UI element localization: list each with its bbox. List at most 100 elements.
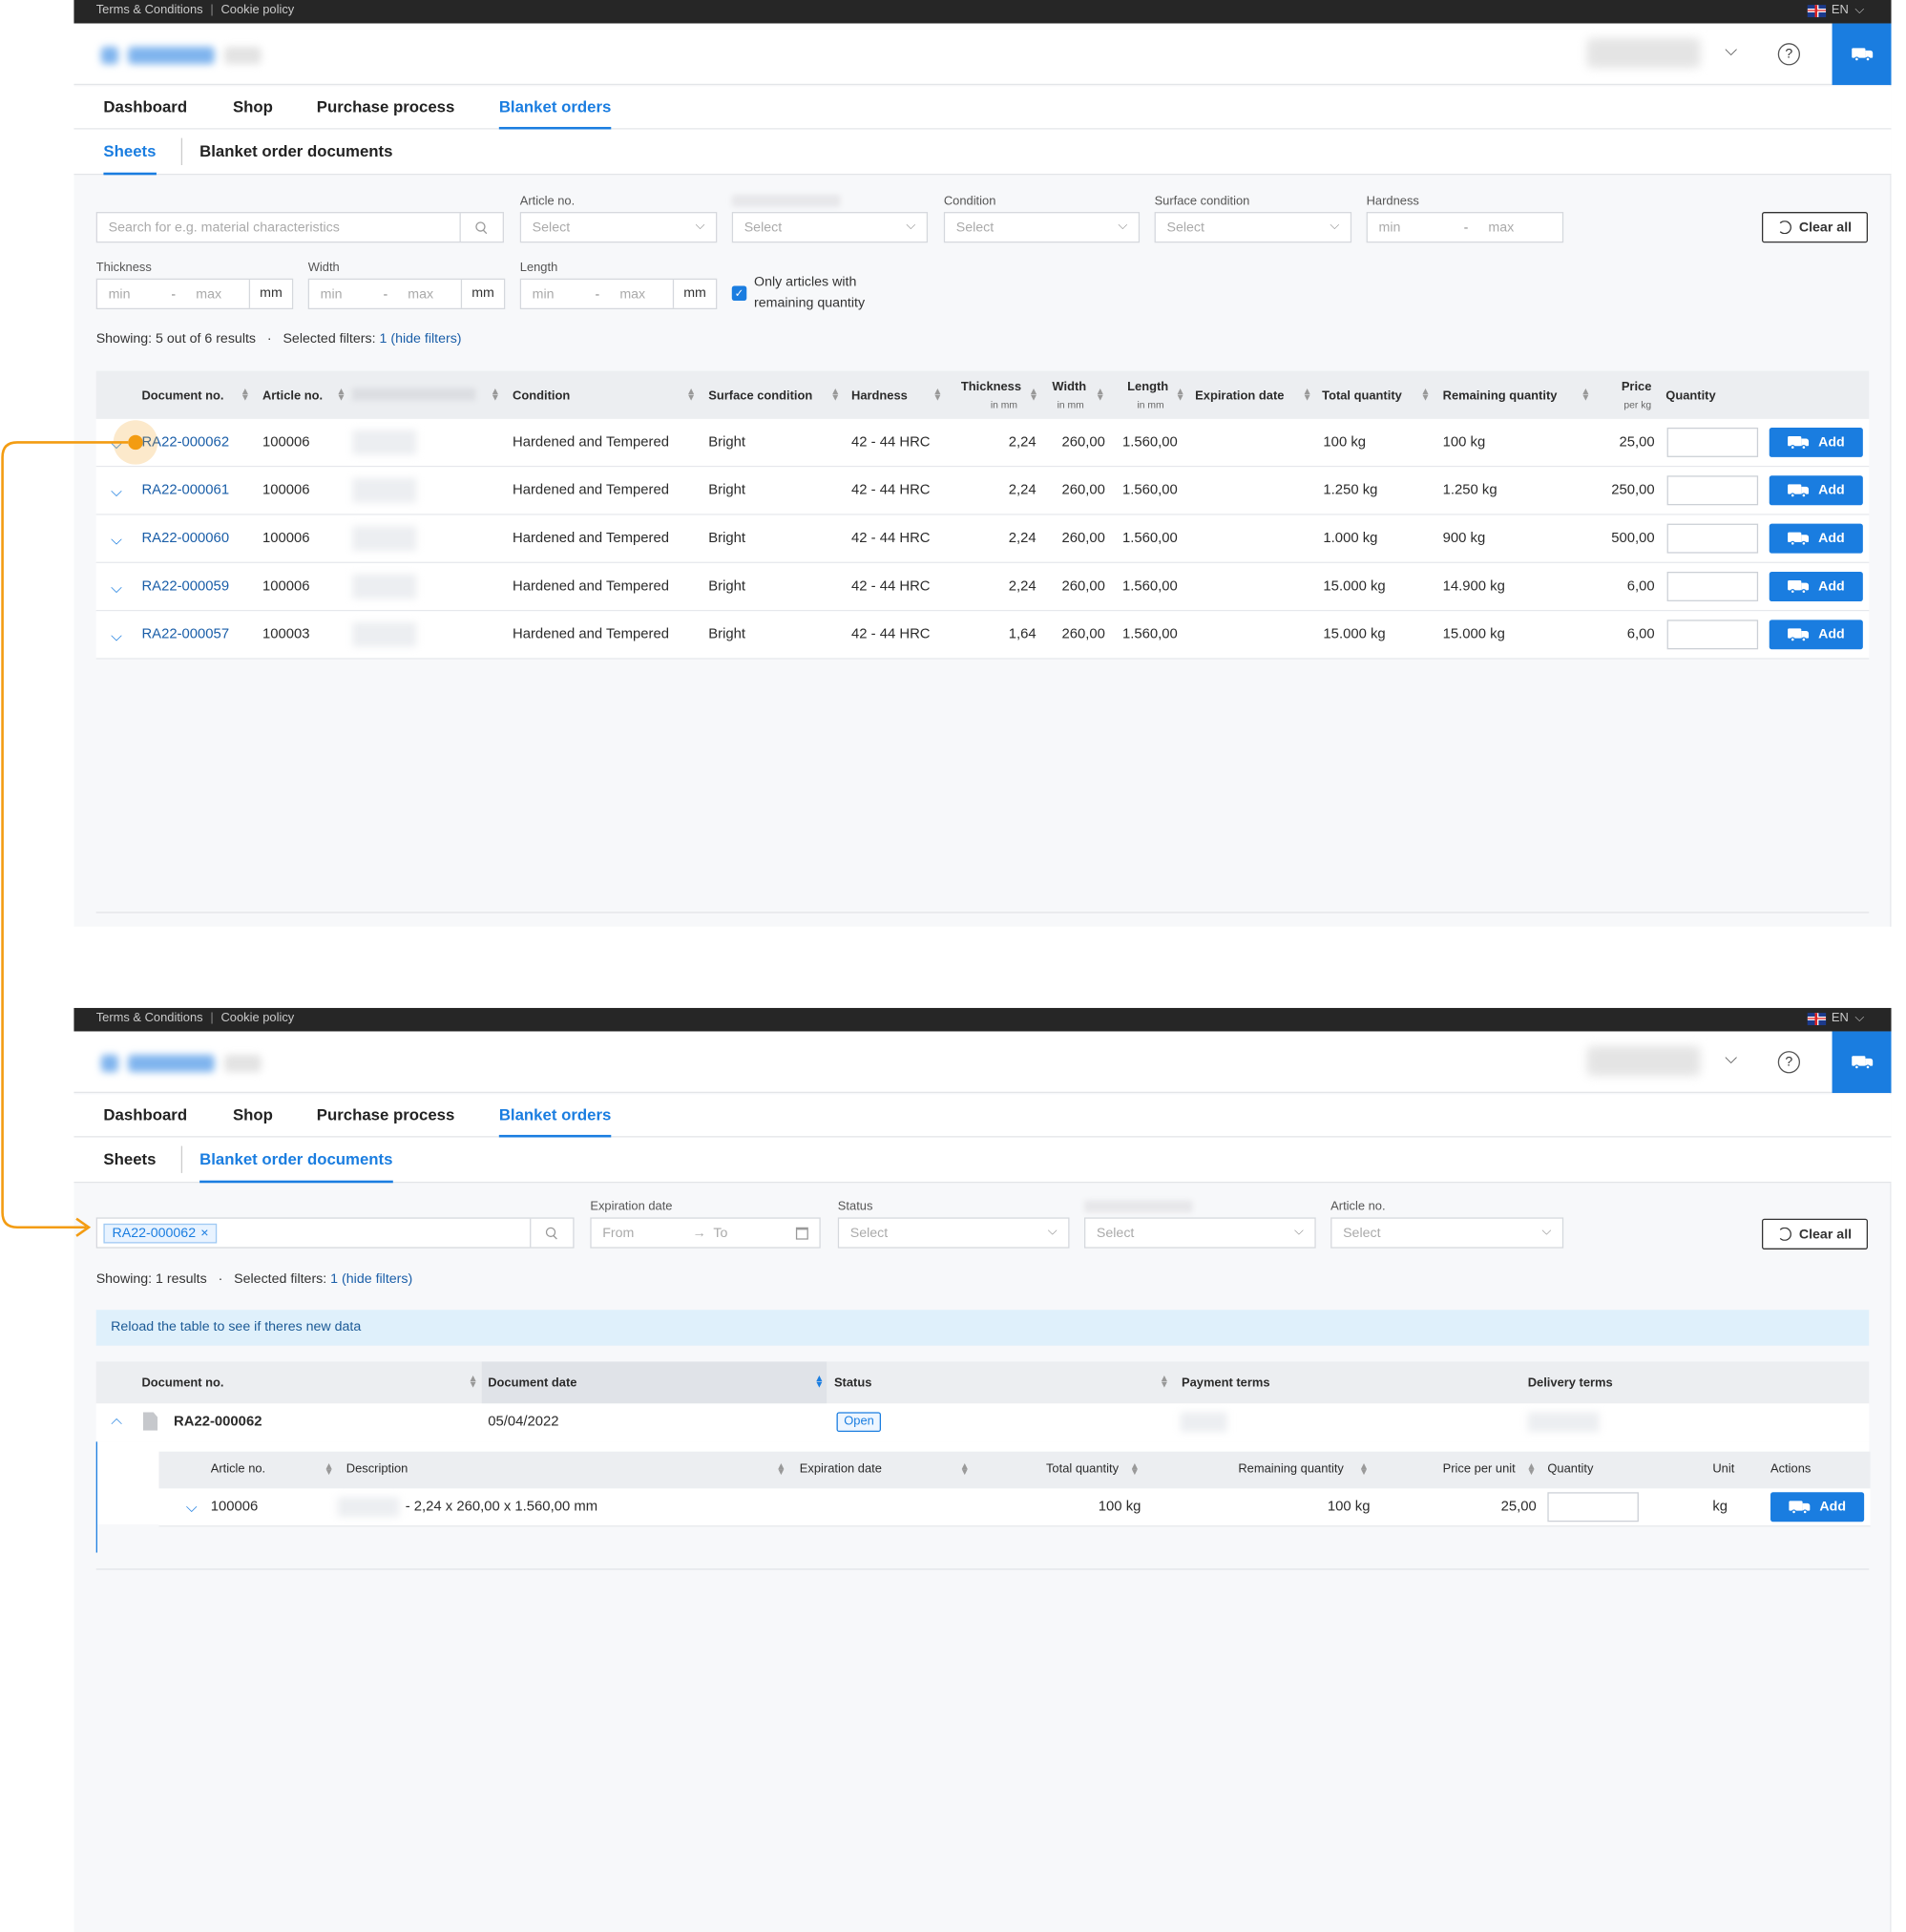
quantity-input[interactable] [1666,523,1759,554]
tab-divider [180,1145,183,1173]
cart-button[interactable] [1832,1031,1892,1094]
article-select[interactable]: Select ⌵ [519,212,718,243]
table-row: ⌵ RA22-000062 05/04/2022 Open [95,1403,1870,1442]
expiration-label: Expiration date [590,1200,673,1214]
status-select[interactable]: Select ⌵ [837,1217,1070,1249]
expand-chevron-icon[interactable]: ⌵ [111,435,122,453]
tab-sheets[interactable]: Sheets [103,1138,156,1184]
logo[interactable] [100,1051,286,1076]
terms-link[interactable]: Terms & Conditions [96,4,203,17]
thickness-range[interactable]: min - max mm [95,278,294,310]
document-link[interactable]: RA22-000057 [141,627,229,641]
language-selector[interactable]: EN ⌵ [1807,1012,1864,1025]
reload-notice[interactable]: Reload the table to see if theres new da… [95,1310,1870,1346]
user-menu[interactable] [1586,38,1701,68]
search-icon [545,1227,558,1239]
width-range[interactable]: min - max mm [307,278,506,310]
quantity-input[interactable] [1666,620,1759,650]
language-selector[interactable]: EN ⌵ [1807,4,1864,17]
quantity-input[interactable] [1666,427,1759,457]
document-search-input[interactable]: RA22-000062 × [95,1217,575,1249]
add-button[interactable]: Add [1769,523,1863,554]
remaining-quantity-checkbox[interactable]: ✓ [731,285,747,301]
nav-shop[interactable]: Shop [233,1094,273,1137]
expand-chevron-icon[interactable]: ⌵ [111,483,122,501]
add-button[interactable]: Add [1769,571,1863,601]
add-button[interactable]: Add [1770,1492,1865,1522]
uk-flag-icon [1807,1012,1826,1025]
collapse-chevron-icon[interactable]: ⌵ [111,1414,122,1432]
blurred-filter-select[interactable]: Select ⌵ [1083,1217,1316,1249]
table-row: ⌵ RA22-000062 100006 Hardened and Temper… [95,418,1870,468]
chevron-down-icon[interactable]: ⌵ [1725,1049,1737,1069]
expand-chevron-icon[interactable]: ⌵ [111,579,122,598]
blurred-cell [352,621,417,647]
nav-blanket-orders[interactable]: Blanket orders [498,86,612,130]
expand-chevron-icon[interactable]: ⌵ [111,531,122,549]
help-icon[interactable]: ? [1777,43,1801,66]
document-link[interactable]: RA22-000060 [141,531,229,545]
tag-close-icon[interactable]: × [200,1226,208,1240]
add-button[interactable]: Add [1769,475,1863,506]
condition-select[interactable]: Select ⌵ [943,212,1141,243]
expiration-date-range[interactable]: From → To [590,1217,821,1249]
truck-icon [1789,1500,1811,1514]
logo[interactable] [100,43,286,68]
article-select[interactable]: Select ⌵ [1330,1217,1564,1249]
selected-filters-count[interactable]: 1 [379,331,387,346]
document-link[interactable]: RA22-000061 [141,483,229,497]
document-link[interactable]: RA22-000062 [141,435,229,450]
chevron-down-icon[interactable]: ⌵ [1725,41,1737,61]
search-input[interactable]: Search for e.g. material characteristics [95,212,504,243]
cookie-link[interactable]: Cookie policy [220,1012,294,1025]
tab-blanket-order-documents[interactable]: Blanket order documents [199,130,392,176]
clear-all-button[interactable]: Clear all [1761,212,1869,243]
nav-purchase-process[interactable]: Purchase process [317,86,455,129]
clear-all-button[interactable]: Clear all [1761,1218,1869,1250]
length-range[interactable]: min - max mm [519,278,718,310]
article-label: Article no. [519,194,576,209]
hardness-range[interactable]: min - max [1366,212,1564,243]
quantity-input[interactable] [1666,571,1759,601]
help-icon[interactable]: ? [1777,1051,1801,1074]
selected-filters-count[interactable]: 1 [330,1271,338,1286]
hide-filters-link[interactable]: (hide filters) [342,1271,412,1286]
surface-label: Surface condition [1154,194,1250,209]
nav-dashboard[interactable]: Dashboard [103,1094,187,1137]
nav-shop[interactable]: Shop [233,86,273,129]
sheets-screenshot: Terms & Conditions | Cookie policy EN ⌵ … [73,0,1892,927]
nav-blanket-orders[interactable]: Blanket orders [498,1094,612,1138]
article-label: Article no. [1330,1200,1386,1214]
chevron-down-icon: ⌵ [1854,3,1865,18]
document-link[interactable]: RA22-000059 [141,579,229,594]
expand-chevron-icon[interactable]: ⌵ [111,627,122,645]
reset-icon [1777,220,1792,235]
search-button[interactable] [459,213,503,242]
table-row: ⌵ RA22-000061 100006 Hardened and Temper… [95,467,1870,515]
truck-icon [1851,47,1873,61]
user-menu[interactable] [1586,1045,1701,1076]
add-button[interactable]: Add [1769,427,1863,457]
chevron-down-icon: ⌵ [1541,1225,1552,1239]
filter-tag: RA22-000062 × [103,1223,218,1244]
terms-link[interactable]: Terms & Conditions [96,1012,203,1025]
hide-filters-link[interactable]: (hide filters) [390,331,461,346]
blurred-label [1083,1200,1193,1213]
quantity-input[interactable] [1666,475,1759,506]
col-document-date[interactable]: Document date ▲ ▼ [481,1361,827,1404]
cart-button[interactable] [1832,23,1892,86]
add-button[interactable]: Add [1769,620,1863,650]
tab-sheets[interactable]: Sheets [103,130,157,176]
blurred-filter-select[interactable]: Select ⌵ [731,212,929,243]
nav-dashboard[interactable]: Dashboard [103,86,187,129]
surface-select[interactable]: Select ⌵ [1154,212,1352,243]
cookie-link[interactable]: Cookie policy [220,4,294,17]
quantity-input[interactable] [1547,1492,1639,1522]
tab-blanket-order-documents[interactable]: Blanket order documents [199,1138,393,1184]
width-label: Width [307,261,340,275]
nav-purchase-process[interactable]: Purchase process [317,1094,455,1137]
search-button[interactable] [530,1218,573,1248]
table-footer-divider [95,1568,1870,1570]
chevron-down-icon: ⌵ [1118,219,1128,233]
expand-chevron-icon[interactable]: ⌵ [186,1499,198,1517]
